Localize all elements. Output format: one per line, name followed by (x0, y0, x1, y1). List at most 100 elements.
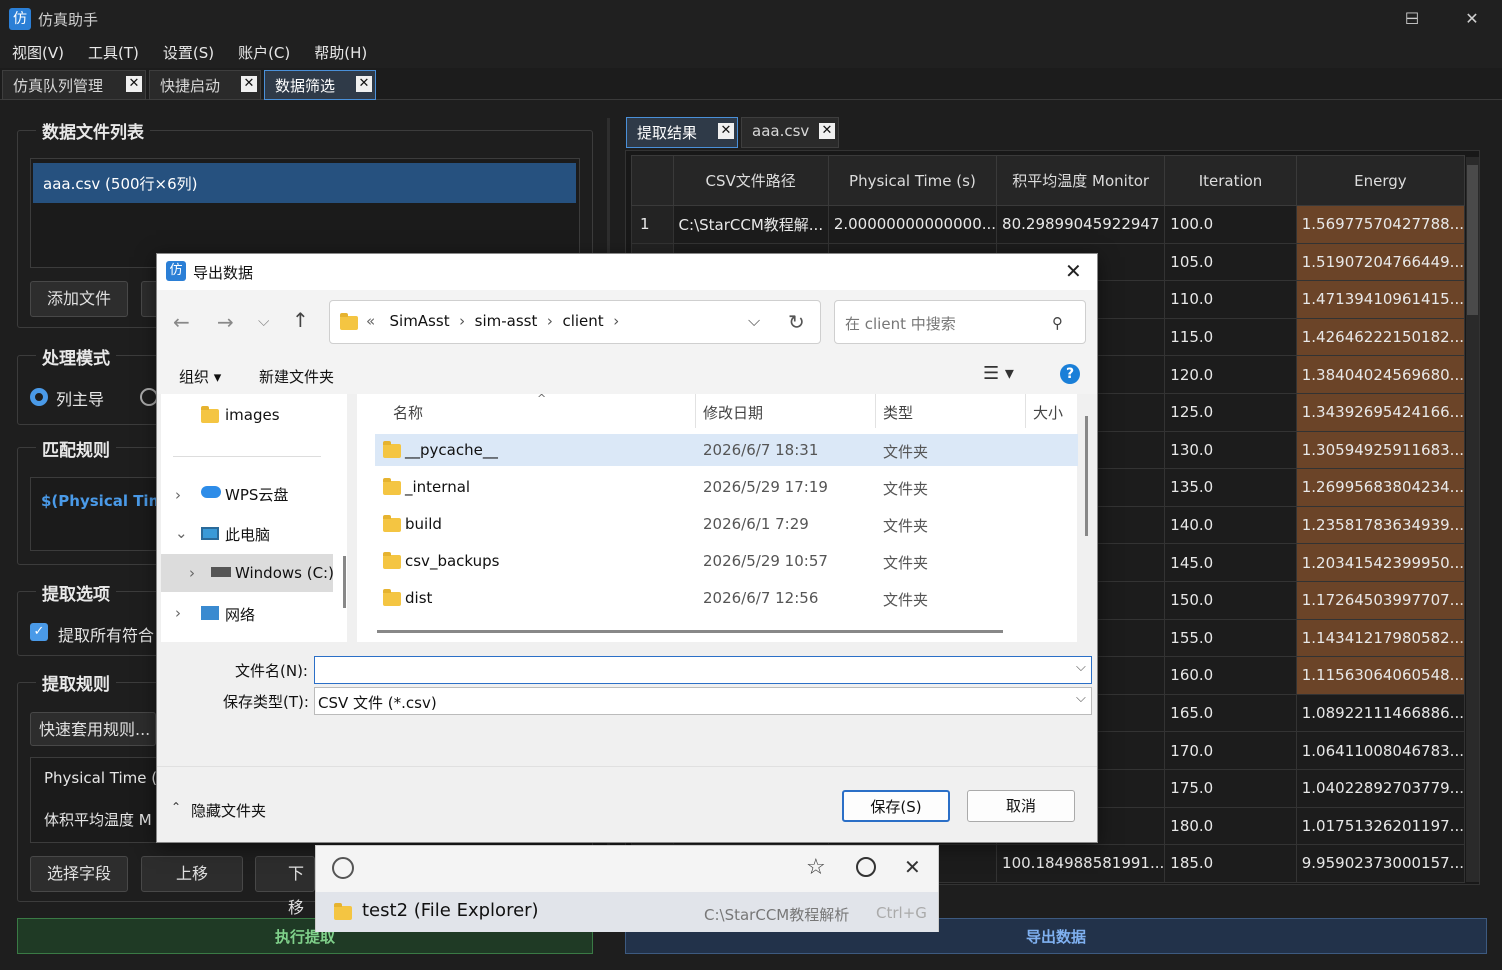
hide-folders-button[interactable]: 隐藏文件夹 (191, 800, 266, 821)
col-type-header[interactable]: 类型 (883, 402, 913, 423)
file-row[interactable]: build 2026/6/1 7:29 文件夹 (375, 508, 1078, 540)
chevron-down-icon[interactable]: ⌵ (258, 312, 269, 330)
add-file-button[interactable]: 添加文件 (30, 281, 128, 317)
col-name-header[interactable]: 名称 (393, 402, 423, 423)
close-icon[interactable]: ✕ (241, 76, 257, 92)
table-cell[interactable]: 160.0 (1164, 656, 1297, 695)
move-up-button[interactable]: 上移 (141, 856, 243, 892)
table-cell[interactable]: 1.11563064060548... (1295, 656, 1466, 695)
tools-icon[interactable]: ✕ (904, 855, 921, 879)
menu-account[interactable]: 账户(C) (226, 38, 302, 68)
column-header[interactable]: 积平均温度 Monitor (996, 155, 1166, 206)
column-header[interactable]: Iteration (1164, 155, 1297, 206)
filename-dropdown-icon[interactable]: ⌵ (1076, 660, 1086, 675)
table-cell[interactable]: 100.0 (1164, 205, 1297, 244)
save-button[interactable]: 保存(S) (842, 790, 950, 822)
column-header[interactable]: Energy (1295, 155, 1466, 206)
col-date-header[interactable]: 修改日期 (703, 402, 763, 423)
file-hscroll[interactable] (377, 630, 1003, 633)
new-folder-button[interactable]: 新建文件夹 (259, 366, 334, 387)
cancel-button[interactable]: 取消 (967, 790, 1075, 822)
chevron-up-icon[interactable]: ⌃ (171, 800, 181, 814)
breadcrumb-simasst[interactable]: SimAsst (390, 312, 450, 330)
col-size-header[interactable]: 大小 (1033, 402, 1063, 423)
nav-this-pc[interactable]: 此电脑 (225, 524, 270, 545)
file-vscroll[interactable] (1085, 416, 1088, 536)
nav-images[interactable]: images (225, 406, 280, 424)
view-options-icon[interactable]: ☰ ▾ (983, 363, 1014, 384)
nav-windows-c[interactable]: Windows (C:) (235, 564, 334, 582)
table-cell[interactable]: 135.0 (1164, 468, 1297, 507)
close-icon[interactable]: ✕ (819, 123, 835, 139)
forward-arrow-icon[interactable]: → (217, 310, 234, 334)
radio-column-icon[interactable] (30, 388, 48, 406)
expand-chevron-icon[interactable]: › (189, 564, 195, 582)
filetype-select[interactable]: CSV 文件 (*.csv) (314, 687, 1092, 715)
refresh-icon[interactable]: ↻ (788, 310, 805, 334)
field-item[interactable]: Physical Time (s (44, 769, 158, 787)
quick-rule-dropdown[interactable]: 快速套用规则... (30, 712, 156, 746)
table-cell[interactable]: 150.0 (1164, 580, 1297, 620)
table-cell[interactable]: 1.30594925911683... (1295, 430, 1466, 470)
table-cell[interactable]: 9.95902373000157... (1295, 844, 1466, 883)
help-icon[interactable]: ? (1060, 364, 1080, 384)
table-cell[interactable]: 1.47139410961415... (1295, 280, 1466, 319)
breadcrumb-client[interactable]: client (562, 312, 603, 330)
tab-extract-result[interactable]: 提取结果 ✕ (626, 117, 738, 148)
table-cell[interactable]: 1.06411008046783... (1295, 731, 1466, 770)
file-row[interactable]: _internal 2026/5/29 17:19 文件夹 (375, 471, 1078, 503)
table-cell[interactable]: 115.0 (1164, 317, 1297, 357)
close-icon[interactable]: ✕ (718, 123, 734, 139)
history-icon[interactable] (856, 857, 876, 877)
table-cell[interactable]: 110.0 (1164, 280, 1297, 319)
close-icon[interactable]: ✕ (356, 76, 372, 92)
file-row[interactable]: __pycache__ 2026/6/7 18:31 文件夹 (375, 434, 1078, 466)
table-cell[interactable]: 185.0 (1164, 844, 1297, 883)
column-header[interactable]: Physical Time (s) (827, 155, 998, 206)
search-icon[interactable]: ⚲ (1052, 314, 1063, 332)
close-button[interactable]: ✕ (1444, 0, 1500, 38)
table-cell[interactable]: 2.00000000000000... (827, 205, 998, 244)
table-cell[interactable]: 1.20341542399950... (1295, 543, 1466, 582)
collapse-chevron-icon[interactable]: ⌄ (175, 524, 188, 542)
move-down-button[interactable]: 下移 (255, 856, 315, 917)
dialog-close-icon[interactable]: ✕ (1065, 259, 1082, 283)
table-cell[interactable]: 165.0 (1164, 693, 1297, 733)
menu-tools[interactable]: 工具(T) (76, 38, 151, 68)
table-cell[interactable]: 1.51907204766449... (1295, 242, 1466, 282)
table-cell[interactable]: 145.0 (1164, 543, 1297, 582)
table-cell[interactable]: 175.0 (1164, 768, 1297, 808)
table-cell[interactable]: 180.0 (1164, 806, 1297, 846)
table-cell[interactable]: 1.01751326201197... (1295, 806, 1466, 846)
table-cell[interactable]: 170.0 (1164, 731, 1297, 770)
file-row[interactable]: csv_backups 2026/5/29 10:57 文件夹 (375, 545, 1078, 577)
filename-input[interactable] (314, 656, 1092, 684)
table-cell[interactable]: 105.0 (1164, 242, 1297, 282)
star-icon[interactable]: ☆ (806, 855, 826, 880)
menu-help[interactable]: 帮助(H) (302, 38, 379, 68)
row-number-cell[interactable]: 1 (631, 205, 674, 244)
file-row[interactable]: dist 2026/6/7 12:56 文件夹 (375, 582, 1078, 614)
nav-wps-cloud[interactable]: WPS云盘 (225, 484, 288, 505)
table-cell[interactable]: 1.14341217980582... (1295, 618, 1466, 658)
breadcrumb-sim-asst[interactable]: sim-asst (475, 312, 538, 330)
table-cell[interactable]: 125.0 (1164, 392, 1297, 432)
search-input[interactable]: 在 client 中搜索 (834, 300, 1086, 344)
tab-data-filter[interactable]: 数据筛选 ✕ (264, 70, 376, 100)
back-arrow-icon[interactable]: ← (173, 310, 190, 334)
table-cell[interactable]: 80.29899045922947 (996, 205, 1166, 244)
tab-quick-launch[interactable]: 快捷启动 ✕ (149, 70, 261, 100)
organize-button[interactable]: 组织 ▾ (179, 366, 221, 387)
menu-view[interactable]: 视图(V) (0, 38, 76, 68)
filetype-dropdown-icon[interactable]: ⌵ (1076, 691, 1086, 706)
launcher-result-item[interactable]: test2 (File Explorer) C:\StarCCM教程解析 Ctr… (316, 892, 938, 932)
table-cell[interactable]: 1.38404024569680... (1295, 355, 1466, 394)
table-cell[interactable]: 1.42646222150182... (1295, 317, 1466, 357)
table-cell[interactable]: 155.0 (1164, 618, 1297, 658)
table-cell[interactable]: 1.26995683804234... (1295, 468, 1466, 507)
close-icon[interactable]: ✕ (126, 76, 142, 92)
table-cell[interactable]: 100.184988581991... (996, 844, 1166, 883)
nav-scrollbar[interactable] (343, 556, 346, 608)
tab-queue[interactable]: 仿真队列管理 ✕ (2, 70, 146, 100)
maximize-button[interactable]: ☐ (1384, 0, 1440, 38)
